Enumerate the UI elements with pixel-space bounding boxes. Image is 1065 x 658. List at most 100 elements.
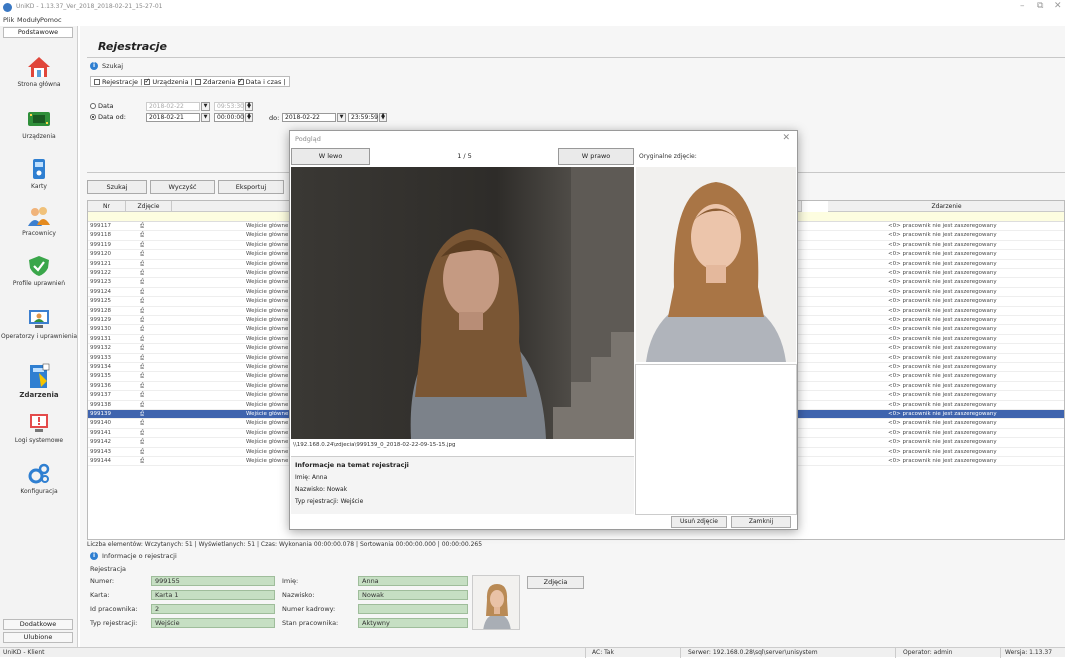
operator-icon [27,308,51,330]
photo-icon[interactable]: ⎙ [140,250,144,259]
menu-plik[interactable]: Plik [3,16,14,24]
datefrom-radio[interactable]: Data od: [90,113,126,121]
cell-number: 999142 [90,439,111,446]
maximize-button[interactable]: ⧉ [1037,1,1043,11]
date-field[interactable]: 2018-02-22 [146,102,200,111]
column-header-nr[interactable]: Nr [88,201,126,212]
sidebar-item-cards[interactable]: Karty [0,158,78,190]
photo-icon[interactable]: ⎙ [140,222,144,231]
datefrom-field[interactable]: 2018-02-21 [146,113,200,122]
radio[interactable] [90,103,96,109]
sidebar-item-events[interactable]: Zdarzenia [0,363,78,399]
close-icon[interactable]: ✕ [782,133,790,143]
details-collapse-icon[interactable]: i [90,552,98,560]
photo-icon[interactable]: ⎙ [140,372,144,381]
sidebar-item-employees[interactable]: Pracownicy [0,205,78,237]
employee-thumbnail[interactable] [472,575,520,630]
filter-datetime[interactable]: Data i czas [237,77,281,86]
photo-icon[interactable]: ⎙ [140,344,144,353]
sidebar-item-config[interactable]: Konfiguracja [0,463,78,495]
photo-icon[interactable]: ⎙ [140,316,144,325]
cell-number: 999140 [90,420,111,427]
chevron-down-icon[interactable]: ▼ [337,113,346,122]
timeto-field[interactable]: 23:59:59 [348,113,378,122]
photo-icon[interactable]: ⎙ [140,260,144,269]
photo-icon[interactable]: ⎙ [140,241,144,250]
filter-devices[interactable]: Urządzenia [144,77,189,86]
time-spinner[interactable]: ▲ ▼ [245,113,253,122]
photo-icon[interactable]: ⎙ [140,363,144,372]
checkbox[interactable] [237,77,244,85]
cell-device: Wejście główne [246,223,289,229]
photo-icon[interactable]: ⎙ [140,288,144,297]
number-field: 999155 [151,576,275,586]
checkbox[interactable] [194,79,201,85]
cell-event: <0> pracownik nie jest zaszeregowany [888,298,997,305]
minimize-button[interactable]: – [1020,1,1025,11]
sidebar-additional[interactable]: Dodatkowe [3,619,73,630]
filter-registrations[interactable]: Rejestracje [94,78,138,86]
sidebar-item-home[interactable]: Strona główna [0,56,78,88]
cell-number: 999134 [90,364,111,370]
photo-icon[interactable]: ⎙ [140,382,144,391]
cell-device: Wejście główne [246,307,289,314]
cell-device: Wejście główne [246,298,289,305]
sidebar-item-operators[interactable]: Operatorzy i uprawnienia [0,308,78,340]
photo-icon[interactable]: ⎙ [140,297,144,306]
photos-button[interactable]: Zdjęcia [527,576,584,589]
photo-icon[interactable]: ⎙ [140,419,144,428]
field-label: Stan pracownika: [282,619,339,627]
photo-icon[interactable]: ⎙ [140,307,144,316]
status-ac: AC: Tak [592,649,614,656]
photo-icon[interactable]: ⎙ [140,438,144,447]
photo-icon[interactable]: ⎙ [140,410,144,419]
close-button[interactable]: ✕ [1054,1,1062,11]
sidebar-item-system-logs[interactable]: Logi systemowe [0,412,78,444]
photo-icon[interactable]: ⎙ [140,278,144,287]
photo-icon[interactable]: ⎙ [140,457,144,466]
photo-icon[interactable]: ⎙ [140,269,144,278]
filter-events[interactable]: Zdarzenia [194,78,236,86]
photo-counter: 1 / 5 [457,152,472,160]
search-collapse-icon[interactable]: i [90,62,98,70]
prev-button[interactable]: W lewo [291,148,370,165]
sidebar-item-profiles[interactable]: Profile uprawnień [0,255,78,287]
date-radio[interactable]: Data [90,102,114,110]
cell-device: Wejście główne [246,429,289,436]
checkbox[interactable] [144,77,151,85]
photo-icon[interactable]: ⎙ [140,429,144,438]
cell-event: <0> pracownik nie jest zaszeregowany [888,326,997,333]
photo-icon[interactable]: ⎙ [140,231,144,240]
photo-icon[interactable]: ⎙ [140,401,144,410]
sidebar-favorites[interactable]: Ulubione [3,632,73,643]
time-spinner[interactable]: ▲ ▼ [245,102,253,111]
photo-icon[interactable]: ⎙ [140,391,144,400]
column-header-photo[interactable]: Zdjęcie [126,201,172,212]
home-icon [27,56,51,78]
time-spinner[interactable]: ▲ ▼ [379,113,387,122]
sidebar-item-devices[interactable]: Urządzenia [0,108,78,140]
time-field[interactable]: 09:53:30 [214,102,244,111]
sidebar-item-label: Operatorzy i uprawnienia [0,333,77,340]
radio[interactable] [90,114,96,120]
search-button[interactable]: Szukaj [87,180,147,194]
clear-button[interactable]: Wyczyść [150,180,215,194]
chevron-down-icon[interactable]: ▼ [201,102,210,111]
photo-icon[interactable]: ⎙ [140,448,144,457]
dateto-field[interactable]: 2018-02-22 [282,113,336,122]
menu-moduly[interactable]: Moduły [17,16,41,24]
delete-photo-button[interactable]: Usuń zdjęcie [671,516,727,528]
photo-icon[interactable]: ⎙ [140,354,144,363]
timefrom-field[interactable]: 00:00:00 [214,113,244,122]
photo-icon[interactable]: ⎙ [140,335,144,344]
checkbox[interactable] [94,79,100,85]
export-button[interactable]: Eksportuj [218,180,284,194]
photo-icon[interactable]: ⎙ [140,325,144,334]
menu-pomoc[interactable]: Pomoc [40,16,62,24]
column-header-event[interactable]: Zdarzenie [828,201,1064,212]
close-dialog-button[interactable]: Zamknij [731,516,791,528]
sidebar-header[interactable]: Podstawowe [3,27,73,38]
details-group-label: Rejestracja [90,565,126,573]
next-button[interactable]: W prawo [558,148,634,165]
chevron-down-icon[interactable]: ▼ [201,113,210,122]
